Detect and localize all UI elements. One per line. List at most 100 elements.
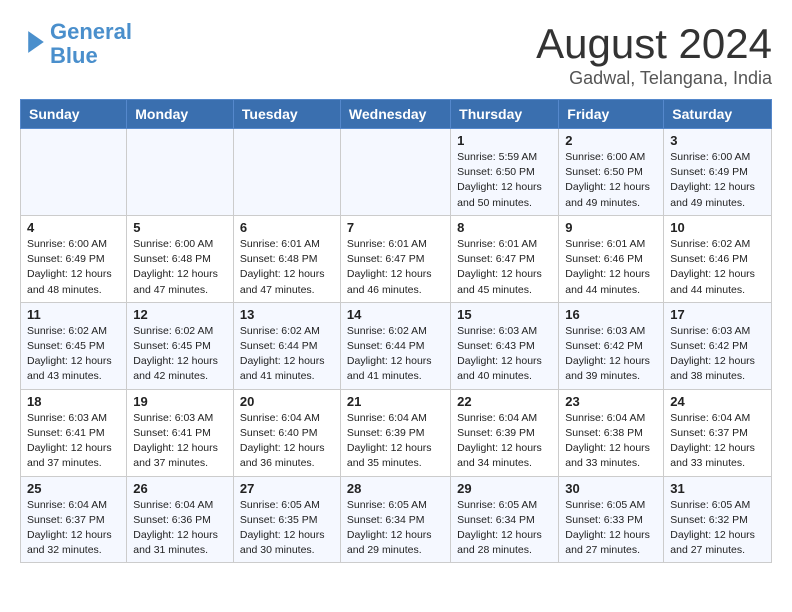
calendar-cell: 3 Sunrise: 6:00 AM Sunset: 6:49 PM Daylig… <box>664 129 772 216</box>
day-number: 28 <box>347 481 444 496</box>
day-info: Sunrise: 6:01 AM Sunset: 6:46 PM Dayligh… <box>565 237 657 298</box>
day-info: Sunrise: 6:05 AM Sunset: 6:34 PM Dayligh… <box>347 498 444 559</box>
calendar-cell <box>233 129 340 216</box>
day-info: Sunrise: 6:00 AM Sunset: 6:50 PM Dayligh… <box>565 150 657 211</box>
calendar-cell: 19Sunrise: 6:03 AM Sunset: 6:41 PM Dayli… <box>127 389 234 476</box>
day-info: Sunrise: 6:00 AM Sunset: 6:49 PM Dayligh… <box>670 150 765 211</box>
main-title: August 2024 <box>536 20 772 68</box>
day-number: 6 <box>240 220 334 235</box>
day-info: Sunrise: 6:02 AM Sunset: 6:44 PM Dayligh… <box>347 324 444 385</box>
header: General Blue August 2024 Gadwal, Telanga… <box>20 20 772 89</box>
day-info: Sunrise: 6:04 AM Sunset: 6:36 PM Dayligh… <box>133 498 227 559</box>
calendar-cell: 31Sunrise: 6:05 AM Sunset: 6:32 PM Dayli… <box>664 476 772 563</box>
calendar-cell: 6 Sunrise: 6:01 AM Sunset: 6:48 PM Daylig… <box>233 215 340 302</box>
page: General Blue August 2024 Gadwal, Telanga… <box>0 0 792 583</box>
day-number: 30 <box>565 481 657 496</box>
day-info: Sunrise: 6:02 AM Sunset: 6:45 PM Dayligh… <box>133 324 227 385</box>
day-number: 22 <box>457 394 552 409</box>
calendar: SundayMondayTuesdayWednesdayThursdayFrid… <box>20 99 772 563</box>
title-block: August 2024 Gadwal, Telangana, India <box>536 20 772 89</box>
day-number: 8 <box>457 220 552 235</box>
day-info: Sunrise: 6:04 AM Sunset: 6:39 PM Dayligh… <box>457 411 552 472</box>
calendar-cell: 16Sunrise: 6:03 AM Sunset: 6:42 PM Dayli… <box>559 302 664 389</box>
calendar-header-thursday: Thursday <box>451 100 559 129</box>
day-number: 15 <box>457 307 552 322</box>
logo-general: General <box>50 19 132 44</box>
calendar-cell: 5 Sunrise: 6:00 AM Sunset: 6:48 PM Daylig… <box>127 215 234 302</box>
calendar-week-2: 4Sunrise: 6:00 AM Sunset: 6:49 PM Daylig… <box>21 215 772 302</box>
calendar-week-5: 25 Sunrise: 6:04 AM Sunset: 6:37 PM Dayli… <box>21 476 772 563</box>
day-info: Sunrise: 6:00 AM Sunset: 6:48 PM Dayligh… <box>133 237 227 298</box>
calendar-cell: 29Sunrise: 6:05 AM Sunset: 6:34 PM Dayli… <box>451 476 559 563</box>
day-info: Sunrise: 5:59 AM Sunset: 6:50 PM Dayligh… <box>457 150 552 211</box>
calendar-cell: 30 Sunrise: 6:05 AM Sunset: 6:33 PM Dayli… <box>559 476 664 563</box>
calendar-cell: 1 Sunrise: 5:59 AM Sunset: 6:50 PM Daylig… <box>451 129 559 216</box>
calendar-cell: 25 Sunrise: 6:04 AM Sunset: 6:37 PM Dayli… <box>21 476 127 563</box>
logo-text: General Blue <box>50 20 132 68</box>
calendar-cell: 22 Sunrise: 6:04 AM Sunset: 6:39 PM Dayli… <box>451 389 559 476</box>
day-number: 17 <box>670 307 765 322</box>
day-number: 24 <box>670 394 765 409</box>
sub-title: Gadwal, Telangana, India <box>536 68 772 89</box>
day-number: 7 <box>347 220 444 235</box>
calendar-week-3: 11 Sunrise: 6:02 AM Sunset: 6:45 PM Dayli… <box>21 302 772 389</box>
day-number: 2 <box>565 133 657 148</box>
calendar-cell: 4Sunrise: 6:00 AM Sunset: 6:49 PM Daylig… <box>21 215 127 302</box>
day-info: Sunrise: 6:03 AM Sunset: 6:41 PM Dayligh… <box>133 411 227 472</box>
day-number: 21 <box>347 394 444 409</box>
calendar-header-monday: Monday <box>127 100 234 129</box>
day-info: Sunrise: 6:02 AM Sunset: 6:44 PM Dayligh… <box>240 324 334 385</box>
calendar-cell: 21Sunrise: 6:04 AM Sunset: 6:39 PM Dayli… <box>340 389 450 476</box>
logo-icon <box>22 28 50 56</box>
day-number: 4 <box>27 220 120 235</box>
calendar-cell: 17 Sunrise: 6:03 AM Sunset: 6:42 PM Dayli… <box>664 302 772 389</box>
day-number: 9 <box>565 220 657 235</box>
day-number: 25 <box>27 481 120 496</box>
day-info: Sunrise: 6:01 AM Sunset: 6:47 PM Dayligh… <box>457 237 552 298</box>
day-number: 11 <box>27 307 120 322</box>
day-number: 18 <box>27 394 120 409</box>
calendar-cell: 12Sunrise: 6:02 AM Sunset: 6:45 PM Dayli… <box>127 302 234 389</box>
calendar-cell: 7 Sunrise: 6:01 AM Sunset: 6:47 PM Daylig… <box>340 215 450 302</box>
day-info: Sunrise: 6:04 AM Sunset: 6:37 PM Dayligh… <box>27 498 120 559</box>
calendar-header-saturday: Saturday <box>664 100 772 129</box>
day-info: Sunrise: 6:03 AM Sunset: 6:42 PM Dayligh… <box>670 324 765 385</box>
calendar-cell: 13 Sunrise: 6:02 AM Sunset: 6:44 PM Dayli… <box>233 302 340 389</box>
day-info: Sunrise: 6:05 AM Sunset: 6:35 PM Dayligh… <box>240 498 334 559</box>
calendar-cell: 18Sunrise: 6:03 AM Sunset: 6:41 PM Dayli… <box>21 389 127 476</box>
day-number: 5 <box>133 220 227 235</box>
calendar-cell: 15Sunrise: 6:03 AM Sunset: 6:43 PM Dayli… <box>451 302 559 389</box>
day-info: Sunrise: 6:04 AM Sunset: 6:38 PM Dayligh… <box>565 411 657 472</box>
day-info: Sunrise: 6:01 AM Sunset: 6:47 PM Dayligh… <box>347 237 444 298</box>
calendar-cell: 14 Sunrise: 6:02 AM Sunset: 6:44 PM Dayli… <box>340 302 450 389</box>
day-number: 27 <box>240 481 334 496</box>
calendar-cell <box>340 129 450 216</box>
calendar-header-tuesday: Tuesday <box>233 100 340 129</box>
calendar-cell: 8 Sunrise: 6:01 AM Sunset: 6:47 PM Daylig… <box>451 215 559 302</box>
calendar-cell: 9 Sunrise: 6:01 AM Sunset: 6:46 PM Daylig… <box>559 215 664 302</box>
calendar-cell: 10 Sunrise: 6:02 AM Sunset: 6:46 PM Dayli… <box>664 215 772 302</box>
day-number: 29 <box>457 481 552 496</box>
calendar-cell: 26Sunrise: 6:04 AM Sunset: 6:36 PM Dayli… <box>127 476 234 563</box>
day-number: 23 <box>565 394 657 409</box>
day-number: 10 <box>670 220 765 235</box>
day-info: Sunrise: 6:02 AM Sunset: 6:46 PM Dayligh… <box>670 237 765 298</box>
logo-blue: Blue <box>50 44 132 68</box>
day-info: Sunrise: 6:05 AM Sunset: 6:33 PM Dayligh… <box>565 498 657 559</box>
calendar-header-sunday: Sunday <box>21 100 127 129</box>
calendar-cell: 23 Sunrise: 6:04 AM Sunset: 6:38 PM Dayli… <box>559 389 664 476</box>
calendar-cell <box>127 129 234 216</box>
day-number: 3 <box>670 133 765 148</box>
day-info: Sunrise: 6:04 AM Sunset: 6:40 PM Dayligh… <box>240 411 334 472</box>
day-number: 1 <box>457 133 552 148</box>
day-number: 14 <box>347 307 444 322</box>
day-info: Sunrise: 6:02 AM Sunset: 6:45 PM Dayligh… <box>27 324 120 385</box>
calendar-week-4: 18 Sunrise: 6:03 AM Sunset: 6:41 PM Dayli… <box>21 389 772 476</box>
day-info: Sunrise: 6:04 AM Sunset: 6:37 PM Dayligh… <box>670 411 765 472</box>
day-number: 16 <box>565 307 657 322</box>
day-info: Sunrise: 6:01 AM Sunset: 6:48 PM Dayligh… <box>240 237 334 298</box>
day-number: 13 <box>240 307 334 322</box>
calendar-header-wednesday: Wednesday <box>340 100 450 129</box>
calendar-cell <box>21 129 127 216</box>
calendar-cell: 2 Sunrise: 6:00 AM Sunset: 6:50 PM Daylig… <box>559 129 664 216</box>
